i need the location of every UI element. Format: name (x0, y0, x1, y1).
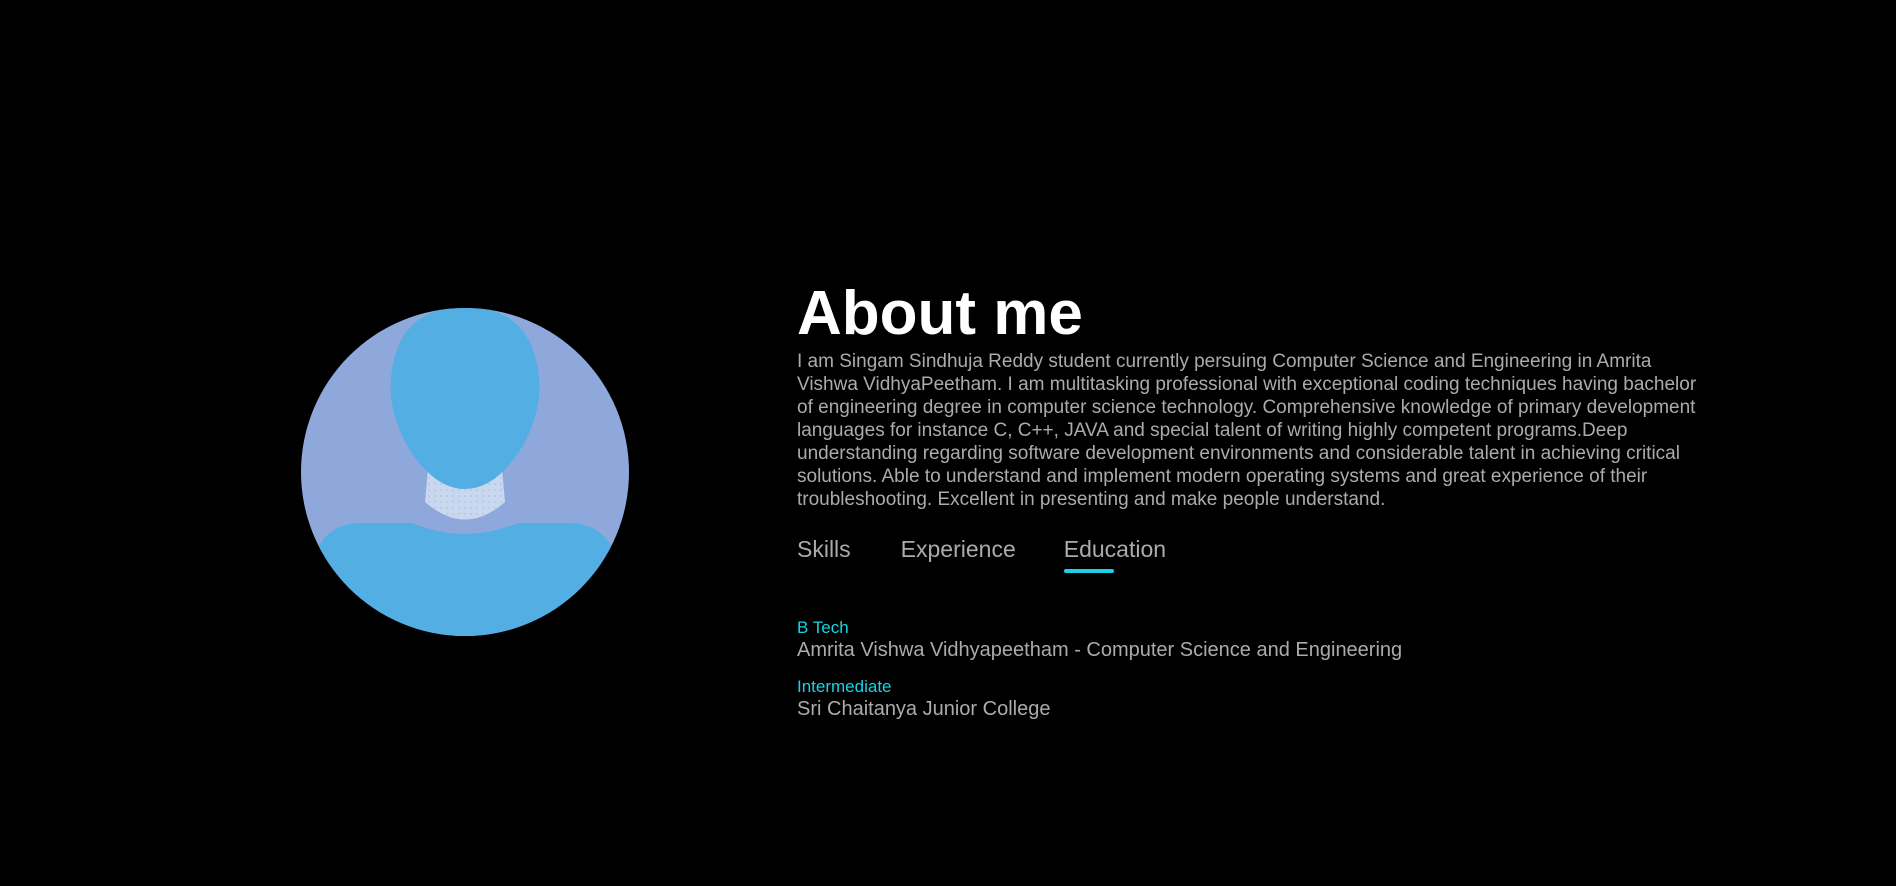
about-bio: I am Singam Sindhuja Reddy student curre… (797, 351, 1697, 510)
education-degree: B Tech (797, 618, 849, 637)
education-degree: Intermediate (797, 677, 892, 696)
page-title: About me (797, 279, 1083, 348)
education-school: Amrita Vishwa Vidhyapeetham - Computer S… (797, 639, 1403, 661)
about-content: About me I am Singam Sindhuja Reddy stud… (797, 279, 1712, 736)
avatar (300, 307, 630, 637)
about-section: About me I am Singam Sindhuja Reddy stud… (0, 0, 1896, 886)
tab-skills[interactable]: Skills (797, 535, 851, 573)
tab-education[interactable]: Education (1063, 535, 1166, 573)
education-school: Sri Chaitanya Junior College (797, 698, 1051, 720)
user-avatar-icon (301, 308, 629, 636)
tab-bar: Skills Experience Education (797, 535, 1712, 573)
list-item: Intermediate Sri Chaitanya Junior Colleg… (797, 677, 1712, 721)
list-item: B Tech Amrita Vishwa Vidhyapeetham - Com… (797, 618, 1712, 662)
education-list: B Tech Amrita Vishwa Vidhyapeetham - Com… (797, 618, 1712, 721)
tab-experience[interactable]: Experience (901, 535, 1016, 573)
